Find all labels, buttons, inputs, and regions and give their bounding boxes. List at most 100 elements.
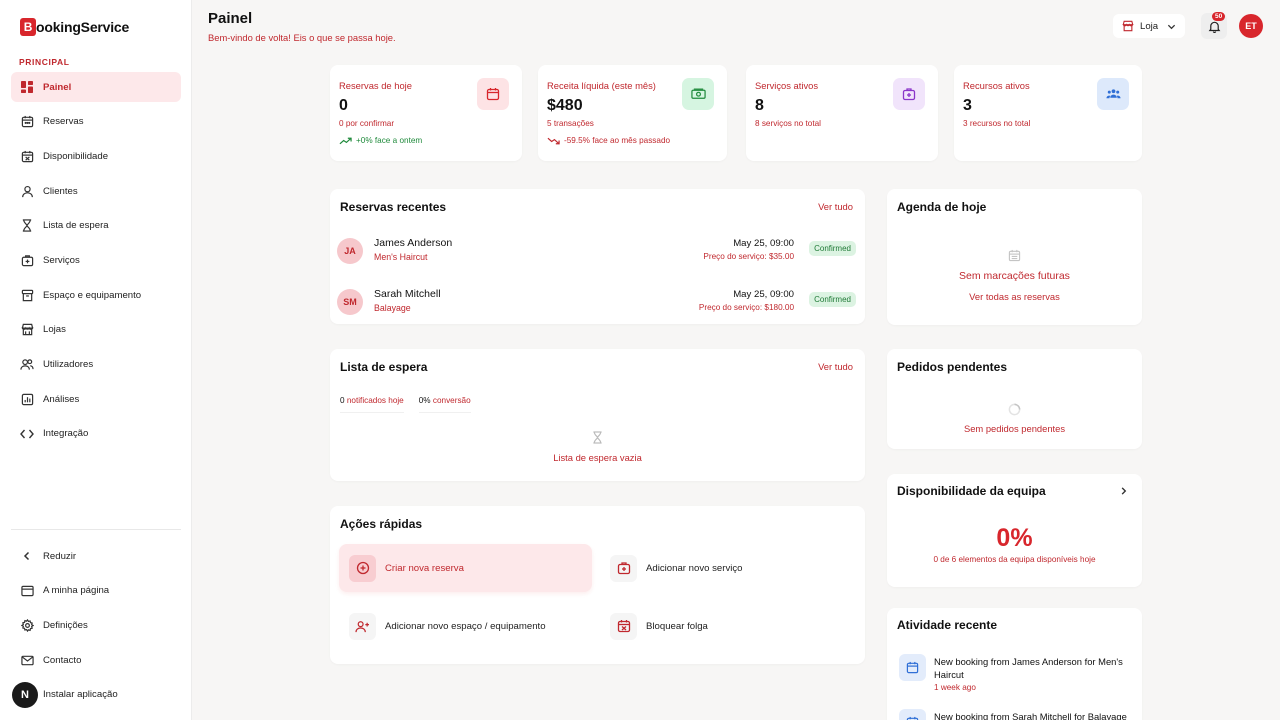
sidebar-item-label: Lista de espera (43, 220, 109, 232)
stat-trend-text: -59.5% face ao mês passado (564, 136, 671, 145)
sidebar-item-servicos[interactable]: Serviços (11, 245, 181, 275)
team-availability-percent: 0% (996, 524, 1033, 552)
briefcase-plus-icon (610, 554, 637, 582)
stat-trend: -59.5% face ao mês passado (547, 136, 670, 145)
chevron-down-icon (1167, 22, 1176, 31)
quick-action-label: Adicionar novo espaço / equipamento (385, 620, 546, 632)
stat-sub: 8 serviços no total (755, 119, 821, 128)
money-icon (682, 78, 714, 110)
sidebar-item-utilizadores[interactable]: Utilizadores (11, 350, 181, 380)
sidebar-item-reduzir[interactable]: Reduzir (11, 541, 181, 571)
avatar: JA (337, 238, 363, 264)
sidebar-bottom-nav: Reduzir A minha página Definições Contac… (11, 541, 181, 714)
sidebar-item-label: Serviços (43, 254, 80, 266)
booking-price: Preço do serviço: $180.00 (698, 303, 794, 312)
stat-card-servicos: Serviços ativos 8 8 serviços no total (746, 65, 938, 161)
booking-row[interactable]: JA James Anderson Men's Haircut May 25, … (336, 233, 858, 269)
activity-title: Atividade recente (897, 618, 998, 632)
stat-label: Serviços ativos (755, 80, 819, 91)
plus-circle-icon (349, 554, 376, 582)
stat-label: Receita líquida (este mês) (547, 80, 656, 91)
stat-label: Reservas de hoje (339, 80, 412, 91)
stat-trend: +0% face a ontem (339, 136, 422, 145)
stat-card-recursos: Recursos ativos 3 3 recursos no total (954, 65, 1142, 161)
stat-card-receita: Receita líquida (este mês) $480 5 transa… (538, 65, 727, 161)
stat-value: 8 (755, 97, 764, 114)
sidebar-item-label: Painel (43, 81, 72, 93)
create-booking-button[interactable]: Criar nova reserva (339, 544, 592, 592)
mail-icon (20, 653, 34, 667)
stat-sub: 0 por confirmar (339, 119, 395, 128)
conversion-value: 0% (418, 396, 431, 405)
recent-activity-card: Atividade recente New booking from James… (887, 608, 1142, 720)
pending-requests-card: Pedidos pendentes Sem pedidos pendentes (887, 349, 1142, 449)
calendar-icon (899, 709, 926, 720)
sidebar-item-reservas[interactable]: Reservas (11, 107, 181, 137)
bell-icon (1208, 20, 1221, 33)
brand-logo[interactable]: B ookingService (20, 18, 129, 36)
sidebar-item-instalar-aplicacao[interactable]: N Instalar aplicação (11, 680, 181, 710)
calendar-icon (899, 654, 926, 681)
team-title: Disponibilidade da equipa (897, 484, 1046, 498)
sidebar-item-contacto[interactable]: Contacto (11, 645, 181, 675)
waitlist-view-all-link[interactable]: Ver tudo (818, 361, 853, 372)
view-all-bookings-link[interactable]: Ver todas as reservas (969, 291, 1060, 302)
waitlist-empty-text: Lista de espera vazia (553, 452, 642, 463)
agenda-title: Agenda de hoje (897, 200, 987, 214)
sidebar-item-analises[interactable]: Análises (11, 384, 181, 414)
chevron-left-icon (20, 549, 34, 563)
sidebar-item-disponibilidade[interactable]: Disponibilidade (11, 141, 181, 171)
waitlist-empty-state: Lista de espera vazia (330, 431, 865, 463)
sidebar-item-painel[interactable]: Painel (11, 72, 181, 102)
user-icon (20, 184, 34, 198)
booking-price: Preço do serviço: $35.00 (703, 252, 794, 261)
store-icon (1122, 20, 1134, 32)
sidebar-item-label: Reservas (43, 116, 84, 128)
calendar-icon (20, 115, 34, 129)
gear-icon (20, 618, 34, 632)
team-availability-card[interactable]: Disponibilidade da equipa 0% 0 de 6 elem… (887, 474, 1142, 587)
user-avatar[interactable]: ET (1239, 14, 1263, 38)
sidebar-item-label: Clientes (43, 185, 78, 197)
briefcase-plus-icon (20, 253, 34, 267)
hourglass-icon (20, 219, 34, 233)
waitlist-notified-stat: 0 notificados hoje (340, 396, 404, 413)
add-space-button[interactable]: Adicionar novo espaço / equipamento (339, 602, 592, 650)
sidebar-item-lojas[interactable]: Lojas (11, 315, 181, 345)
archive-icon (20, 288, 34, 302)
code-icon (20, 427, 34, 441)
pending-empty-state: Sem pedidos pendentes (887, 403, 1142, 434)
booking-row[interactable]: SM Sarah Mitchell Balayage May 25, 09:00… (336, 284, 858, 320)
activity-time: 1 week ago (934, 683, 976, 692)
quick-action-label: Bloquear folga (646, 620, 708, 632)
sidebar-item-definicoes[interactable]: Definições (11, 610, 181, 640)
sidebar-nav: Painel Reservas Disponibilidade Clientes… (11, 72, 181, 454)
booking-customer-name: James Anderson (374, 237, 453, 249)
activity-text: New booking from James Anderson for Men'… (934, 656, 1123, 680)
block-time-off-button[interactable]: Bloquear folga (600, 602, 853, 650)
waitlist-conversion-stat: 0% conversão (418, 396, 471, 413)
sidebar-item-a-minha-pagina[interactable]: A minha página (11, 576, 181, 606)
recent-bookings-view-all-link[interactable]: Ver tudo (818, 201, 853, 212)
sidebar-item-label: Utilizadores (43, 359, 94, 370)
users-icon (20, 358, 34, 372)
sidebar-item-lista-de-espera[interactable]: Lista de espera (11, 211, 181, 241)
sidebar-item-clientes[interactable]: Clientes (11, 176, 181, 206)
store-name: Loja (1140, 20, 1159, 32)
chevron-right-icon[interactable] (1119, 486, 1128, 496)
store-selector[interactable]: Loja (1113, 14, 1185, 38)
briefcase-plus-icon (893, 78, 925, 110)
page-subtitle: Bem-vindo de volta! Eis o que se passa h… (208, 32, 396, 43)
sidebar-item-label: Reduzir (43, 550, 77, 562)
sidebar-item-label: Lojas (43, 324, 66, 336)
agenda-empty-state: Sem marcações futuras Ver todas as reser… (887, 249, 1142, 302)
sidebar-item-integracao[interactable]: Integração (11, 419, 181, 449)
activity-text: New booking from Sarah Mitchell for Bala… (934, 711, 1127, 720)
users-icon (1097, 78, 1129, 110)
add-service-button[interactable]: Adicionar novo serviço (600, 544, 853, 592)
sidebar-item-espaco-equipamento[interactable]: Espaço e equipamento (11, 280, 181, 310)
stat-value: $480 (547, 97, 583, 114)
calendar-icon (1008, 249, 1021, 262)
install-icon: N (12, 681, 38, 708)
team-availability-sub: 0 de 6 elementos da equipa disponíveis h… (933, 555, 1096, 564)
